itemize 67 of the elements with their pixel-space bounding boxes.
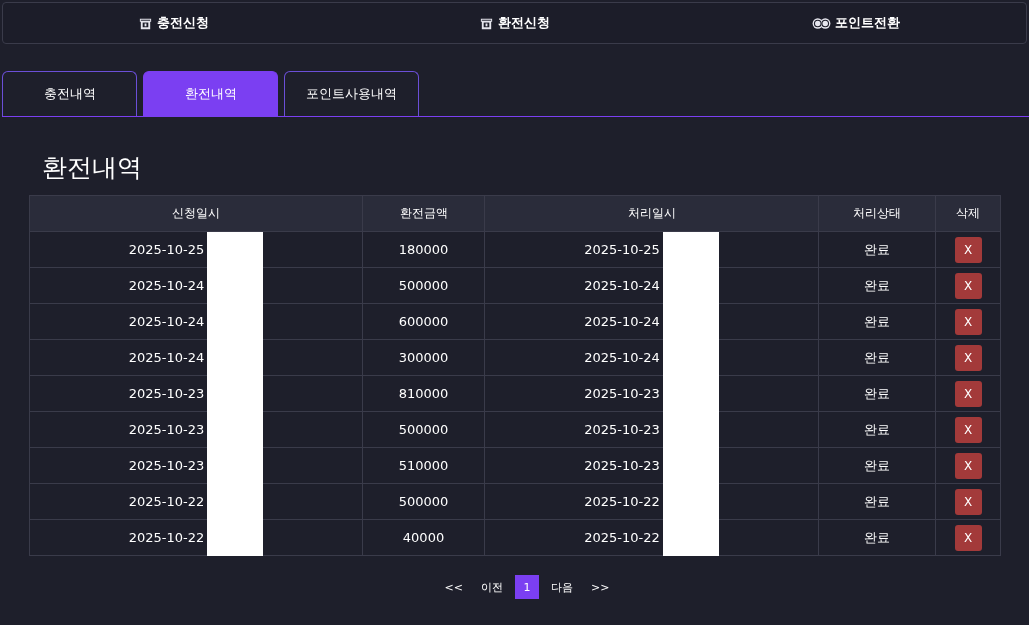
delete-button[interactable]: X [954,344,982,371]
delete-button[interactable]: X [954,452,982,479]
tab[interactable]: 충전내역 [2,71,137,116]
tab[interactable]: 포인트사용내역 [284,71,419,116]
column-header: 처리상태 [819,196,936,231]
redaction-block [662,232,719,268]
delete-button[interactable]: X [954,380,982,407]
delete-button[interactable]: X [954,308,982,335]
table-cell: 500000 [398,278,449,293]
menu-link[interactable]: 포인트전환 [685,3,1026,43]
table-cell: 500000 [398,494,449,509]
table-cell: 2025-10-24 [128,278,205,293]
table-cell: 2025-10-22 [128,494,205,509]
last-page-link[interactable]: >> [585,575,616,599]
table-cell: 완료 [864,420,890,439]
table-cell: 2025-10-25 [584,242,660,257]
table-cell: 2025-10-24 [584,314,660,329]
tab[interactable]: 환전내역 [143,71,278,116]
table-cell: 510000 [398,458,449,473]
table-cell: 2025-10-25 [128,242,205,257]
table-cell: 300000 [398,350,449,365]
coins-icon [811,15,831,31]
table-cell: 완료 [864,528,890,547]
menu-link[interactable]: 충전신청 [3,3,344,43]
table-cell: 2025-10-24 [128,314,205,329]
first-page-link[interactable]: << [438,575,469,599]
table-cell: 2025-10-24 [128,350,205,365]
delete-button[interactable]: X [954,488,982,515]
menu-link[interactable]: 환전신청 [344,3,685,43]
table-cell: 완료 [864,456,890,475]
redaction-block [207,232,264,268]
table-cell: 500000 [398,422,449,437]
table-cell: 810000 [398,386,449,401]
table-cell: 180000 [398,242,449,257]
table-cell: 완료 [864,492,890,511]
table-cell: 2025-10-22 [584,530,660,545]
table-cell: 40000 [402,530,445,545]
table-cell: 600000 [398,314,449,329]
column-header: 처리일시 [485,196,819,231]
column-header: 환전금액 [363,196,485,231]
table-cell: 완료 [864,384,890,403]
table-cell: 완료 [864,276,890,295]
table-cell: 완료 [864,240,890,259]
redaction-block [207,520,264,556]
section-title: 환전내역 [42,152,143,184]
table-cell: 2025-10-22 [128,530,205,545]
delete-button[interactable]: X [954,236,982,263]
table-cell: 2025-10-23 [584,422,660,437]
delete-button[interactable]: X [954,524,982,551]
next-link[interactable]: 다음 [545,575,579,599]
table-cell: 완료 [864,348,890,367]
table-cell: 2025-10-23 [128,458,205,473]
table-cell: 2025-10-23 [128,386,205,401]
delete-button[interactable]: X [954,272,982,299]
table-cell: 2025-10-22 [584,494,660,509]
table-cell: 완료 [864,312,890,331]
delete-button[interactable]: X [954,416,982,443]
previous-link[interactable]: 이전 [475,575,509,599]
redaction-block [662,520,719,556]
column-header: 신청일시 [30,196,363,231]
table-cell: 2025-10-23 [128,422,205,437]
table-cell: 2025-10-24 [584,350,660,365]
page-button[interactable]: 1 [515,575,539,599]
column-header: 삭제 [955,205,981,222]
table-cell: 2025-10-24 [584,278,660,293]
table-cell: 2025-10-23 [584,458,660,473]
table-cell: 2025-10-23 [584,386,660,401]
